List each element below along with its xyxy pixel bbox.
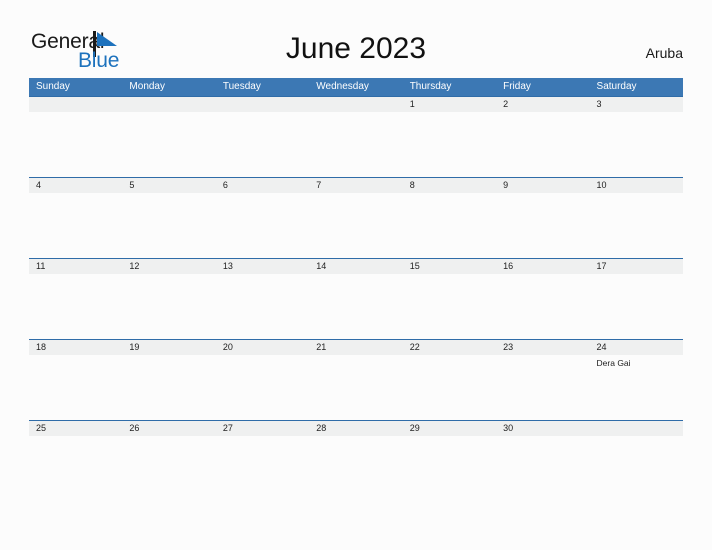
date-number-13[interactable]: 13: [216, 259, 309, 274]
day-header-wednesday: Wednesday: [316, 81, 369, 92]
date-number-2[interactable]: 2: [496, 97, 589, 112]
day-cell-23[interactable]: [496, 355, 589, 420]
day-cell-30[interactable]: [496, 436, 589, 501]
date-number-12[interactable]: 12: [122, 259, 215, 274]
day-header-saturday: Saturday: [596, 81, 637, 92]
date-number-16[interactable]: 16: [496, 259, 589, 274]
date-number-6[interactable]: 6: [216, 178, 309, 193]
calendar-week-row: 25 26 27 28 29 30: [29, 420, 683, 501]
day-cell-17[interactable]: [590, 274, 683, 339]
day-cell-29[interactable]: [403, 436, 496, 501]
calendar-week-row: 4 5 6 7 8 9 10: [29, 177, 683, 258]
day-cell-16[interactable]: [496, 274, 589, 339]
date-number-21[interactable]: 21: [309, 340, 402, 355]
calendar-week-row: 11 12 13 14 15 16 17: [29, 258, 683, 339]
day-cell-25[interactable]: [29, 436, 122, 501]
day-cell-24[interactable]: Dera Gai: [590, 355, 683, 420]
day-cell-4[interactable]: [29, 193, 122, 258]
day-cell-empty: [309, 112, 402, 177]
page-header: General Blue June 2023 Aruba: [0, 0, 712, 78]
day-cell-9[interactable]: [496, 193, 589, 258]
day-cell-3[interactable]: [590, 112, 683, 177]
date-number-29[interactable]: 29: [403, 421, 496, 436]
date-number-24[interactable]: 24: [590, 340, 683, 355]
calendar-week-row: 123: [29, 96, 683, 177]
day-header-sunday: Sunday: [36, 81, 70, 92]
day-cell-27[interactable]: [216, 436, 309, 501]
day-cell-18[interactable]: [29, 355, 122, 420]
date-number-4[interactable]: 4: [29, 178, 122, 193]
date-number-8[interactable]: 8: [403, 178, 496, 193]
date-number-27[interactable]: 27: [216, 421, 309, 436]
calendar-weeks: 1 2 3 4 5 6 7 8 9 10 11 12 13 14 15 16 17 18 19 20 21 22 23 24 D…: [29, 96, 683, 501]
date-number-22[interactable]: 22: [403, 340, 496, 355]
calendar-week-row: 18 19 20 21 22 23 24 Dera Gai: [29, 339, 683, 420]
date-number-empty: [29, 97, 122, 112]
page-title: June 2023: [285, 32, 427, 65]
date-number-empty: [216, 97, 309, 112]
day-cell-empty: [590, 436, 683, 501]
day-cell-5[interactable]: [122, 193, 215, 258]
day-cell-11[interactable]: [29, 274, 122, 339]
date-number-18[interactable]: 18: [29, 340, 122, 355]
date-number-15[interactable]: 15: [403, 259, 496, 274]
day-cell-28[interactable]: [309, 436, 402, 501]
date-number-23[interactable]: 23: [496, 340, 589, 355]
date-number-14[interactable]: 14: [309, 259, 402, 274]
date-number-19[interactable]: 19: [122, 340, 215, 355]
date-number-band: 123: [29, 97, 683, 112]
day-cell-26[interactable]: [122, 436, 215, 501]
day-cell-13[interactable]: [216, 274, 309, 339]
day-cell-empty: [29, 112, 122, 177]
day-cell-22[interactable]: [403, 355, 496, 420]
day-cell-empty: [122, 112, 215, 177]
date-number-band: 18 19 20 21 22 23 24: [29, 340, 683, 355]
date-number-5[interactable]: 5: [122, 178, 215, 193]
day-cell-8[interactable]: [403, 193, 496, 258]
date-number-20[interactable]: 20: [216, 340, 309, 355]
day-of-week-header-row: Sunday Monday Tuesday Wednesday Thursday Frid…: [29, 78, 683, 96]
day-cell-10[interactable]: [590, 193, 683, 258]
date-number-band: 25 26 27 28 29 30: [29, 421, 683, 436]
day-cell-6[interactable]: [216, 193, 309, 258]
day-content-band: [29, 436, 683, 501]
date-number-band: 4 5 6 7 8 9 10: [29, 178, 683, 193]
region-label: Aruba: [645, 45, 683, 61]
date-number-empty: [590, 421, 683, 436]
date-number-26[interactable]: 26: [122, 421, 215, 436]
date-number-empty: [309, 97, 402, 112]
day-cell-1[interactable]: [403, 112, 496, 177]
day-cell-21[interactable]: [309, 355, 402, 420]
date-number-10[interactable]: 10: [590, 178, 683, 193]
date-number-11[interactable]: 11: [29, 259, 122, 274]
event-item[interactable]: Dera Gai: [597, 357, 683, 369]
day-header-tuesday: Tuesday: [222, 81, 261, 92]
calendar-grid: Sunday Monday Tuesday Wednesday Thursday Frid…: [29, 78, 683, 501]
date-number-9[interactable]: 9: [496, 178, 589, 193]
day-cell-19[interactable]: [122, 355, 215, 420]
day-content-band: [29, 274, 683, 339]
day-header-friday: Friday: [503, 81, 531, 92]
day-cell-15[interactable]: [403, 274, 496, 339]
day-header-monday: Monday: [129, 81, 165, 92]
date-number-25[interactable]: 25: [29, 421, 122, 436]
day-cell-empty: [216, 112, 309, 177]
day-content-band: [29, 112, 683, 177]
date-number-3[interactable]: 3: [590, 97, 683, 112]
date-number-28[interactable]: 28: [309, 421, 402, 436]
date-number-1[interactable]: 1: [403, 97, 496, 112]
day-header-thursday: Thursday: [409, 81, 452, 92]
day-cell-20[interactable]: [216, 355, 309, 420]
date-number-empty: [122, 97, 215, 112]
date-number-30[interactable]: 30: [496, 421, 589, 436]
date-number-17[interactable]: 17: [590, 259, 683, 274]
day-cell-14[interactable]: [309, 274, 402, 339]
day-cell-12[interactable]: [122, 274, 215, 339]
day-cell-2[interactable]: [496, 112, 589, 177]
day-content-band: [29, 193, 683, 258]
date-number-band: 11 12 13 14 15 16 17: [29, 259, 683, 274]
date-number-7[interactable]: 7: [309, 178, 402, 193]
day-content-band: Dera Gai: [29, 355, 683, 420]
day-cell-7[interactable]: [309, 193, 402, 258]
